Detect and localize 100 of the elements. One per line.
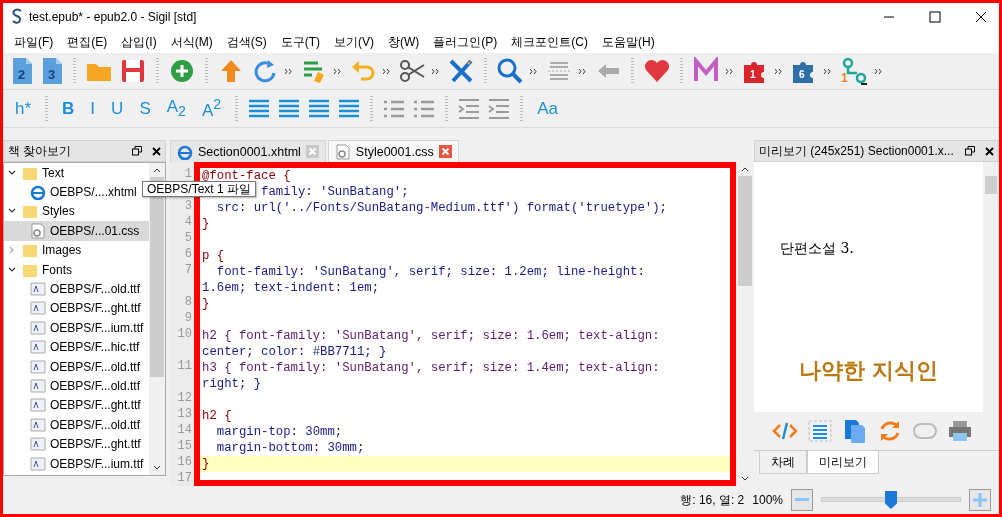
overflow-icon[interactable] bbox=[824, 67, 831, 75]
list-icon[interactable] bbox=[807, 419, 833, 443]
slider-handle[interactable] bbox=[885, 491, 897, 509]
tree-item[interactable]: OEBPS/...01.css bbox=[4, 221, 149, 241]
menu-item[interactable]: 보기(V) bbox=[327, 33, 381, 51]
code-line: p { bbox=[202, 249, 225, 263]
menu-item[interactable]: 도구(T) bbox=[273, 33, 327, 51]
tree-item[interactable]: OEBPS/F...ium.ttf bbox=[4, 318, 149, 338]
code-line: h2 { bbox=[202, 409, 232, 423]
cut-icon[interactable] bbox=[398, 57, 426, 85]
window-title: test.epub* - epub2.0 - Sigil [std] bbox=[29, 10, 197, 24]
menu-item[interactable]: 편집(E) bbox=[60, 33, 115, 51]
line-number: 9 bbox=[184, 311, 192, 325]
chevron-icon[interactable] bbox=[8, 168, 16, 177]
tree-item[interactable]: OEBPS/F...ght.ttf bbox=[4, 434, 149, 454]
line-number: 3 bbox=[184, 199, 192, 213]
line-number: 6 bbox=[184, 247, 192, 261]
float-icon[interactable] bbox=[965, 146, 975, 156]
file-tab[interactable]: Section0001.xhtml bbox=[170, 140, 326, 162]
overflow-icon[interactable] bbox=[726, 67, 733, 75]
font-file-icon bbox=[30, 281, 46, 298]
code-line: src: url('../Fonts/SunBatang-Medium.ttf') format('truetype'); bbox=[216, 201, 667, 215]
printer-icon[interactable] bbox=[947, 419, 973, 443]
tree-item[interactable]: OEBPS/F...ium.ttf bbox=[4, 453, 149, 474]
code-line: h2 { font-family: 'SunBatang', serif; size: 1.6em; text-align: bbox=[202, 329, 660, 343]
menu-item[interactable]: 도움말(H) bbox=[595, 33, 662, 51]
minus-icon bbox=[795, 498, 809, 502]
menu-item[interactable]: 파일(F) bbox=[7, 33, 61, 51]
tree-item[interactable]: Images bbox=[4, 240, 149, 260]
float-icon[interactable] bbox=[132, 146, 142, 156]
globe-e-icon bbox=[177, 143, 193, 160]
menu-item[interactable]: 창(W) bbox=[381, 33, 427, 51]
overflow-icon[interactable] bbox=[775, 67, 782, 75]
zoom-out-button[interactable] bbox=[791, 489, 813, 511]
scrollbar-thumb[interactable] bbox=[738, 176, 752, 286]
chevron-icon[interactable] bbox=[8, 265, 16, 274]
scroll-down-icon[interactable] bbox=[153, 465, 161, 471]
scrollbar-thumb[interactable] bbox=[985, 176, 997, 194]
plus-icon bbox=[973, 493, 987, 507]
documents-icon[interactable] bbox=[842, 419, 868, 443]
font-file-icon bbox=[30, 300, 46, 317]
tree-item[interactable]: OEBPS/F...old.ttf bbox=[4, 356, 149, 377]
line-number: 14 bbox=[177, 423, 192, 437]
tree-item[interactable]: Text bbox=[4, 163, 149, 183]
line-number: 1 bbox=[184, 167, 192, 181]
indent-icon[interactable] bbox=[487, 96, 512, 121]
menu-item[interactable]: 체크포인트(C) bbox=[504, 33, 595, 51]
tree-item[interactable]: OEBPS/F...hic.ttf bbox=[4, 337, 149, 357]
overflow-icon[interactable] bbox=[334, 67, 341, 75]
overflow-icon[interactable] bbox=[579, 67, 586, 75]
scroll-up-icon[interactable] bbox=[153, 167, 161, 173]
indent-icon[interactable] bbox=[457, 96, 482, 121]
scroll-down-icon[interactable] bbox=[741, 476, 749, 482]
close-icon[interactable] bbox=[975, 11, 987, 23]
tree-item[interactable]: OEBPS/F...ght.ttf bbox=[4, 298, 149, 319]
code-line: 1.6em; text-indent: 1em; bbox=[202, 281, 380, 295]
font-file-icon bbox=[30, 339, 46, 356]
overflow-icon[interactable] bbox=[383, 67, 390, 75]
preview-paragraph: 단편소설 3. bbox=[780, 240, 855, 258]
overflow-icon[interactable] bbox=[432, 67, 439, 75]
folder-icon bbox=[22, 242, 38, 259]
overflow-icon[interactable] bbox=[530, 67, 537, 75]
cursor-position: 행: 16, 열: 2 bbox=[680, 491, 745, 509]
code-line: right; } bbox=[202, 377, 262, 391]
add-icon[interactable] bbox=[168, 57, 196, 85]
close-icon[interactable] bbox=[985, 146, 994, 156]
menu-item[interactable]: 검색(S) bbox=[219, 33, 274, 51]
code-line: } bbox=[202, 457, 210, 471]
file-tab[interactable]: Style0001.css bbox=[327, 140, 459, 162]
font-file-icon bbox=[30, 397, 46, 414]
tree-item[interactable]: Fonts bbox=[4, 259, 149, 280]
zoom-in-button[interactable] bbox=[969, 489, 991, 511]
overflow-icon[interactable] bbox=[875, 67, 882, 75]
tree-item[interactable]: OEBPS/F...ght.ttf bbox=[4, 395, 149, 416]
line-number: 11 bbox=[177, 359, 192, 373]
panel-tab[interactable]: 미리보기 bbox=[807, 451, 879, 474]
tree-item[interactable]: OEBPS/F...old.ttf bbox=[4, 376, 149, 396]
panel-title: 미리보기 (245x251) Section0001.x... bbox=[759, 142, 954, 160]
tree-item[interactable]: OEBPS/F...old.ttf bbox=[4, 415, 149, 435]
overflow-icon[interactable] bbox=[285, 67, 292, 75]
code-line: center; color: #BB7711; } bbox=[202, 345, 387, 359]
menu-item[interactable]: 삽입(I) bbox=[114, 33, 164, 51]
tree-item[interactable]: OEBPS/F...old.ttf bbox=[4, 279, 149, 299]
code-line: h3 { font-family: 'SunBatang', serif; size: 1.4em; text-align: bbox=[202, 361, 660, 375]
panel-tab[interactable]: 차례 bbox=[759, 451, 807, 474]
font-file-icon bbox=[30, 319, 46, 336]
menu-item[interactable]: 플러그인(P) bbox=[426, 33, 505, 51]
folder-icon bbox=[22, 203, 38, 220]
tree-item[interactable]: Styles bbox=[4, 201, 149, 222]
line-number: 10 bbox=[177, 327, 192, 341]
maximize-icon[interactable] bbox=[929, 11, 941, 23]
font-file-icon bbox=[30, 358, 46, 375]
page-icon[interactable]: 3 bbox=[40, 57, 64, 85]
close-icon[interactable] bbox=[152, 146, 161, 156]
scroll-up-icon[interactable] bbox=[741, 166, 749, 172]
search-icon[interactable] bbox=[496, 57, 524, 85]
zoom-slider[interactable] bbox=[821, 489, 961, 511]
code-line: family: 'SunBatang'; bbox=[261, 185, 409, 199]
line-number: 15 bbox=[177, 439, 192, 453]
menu-item[interactable]: 서식(M) bbox=[163, 33, 220, 51]
